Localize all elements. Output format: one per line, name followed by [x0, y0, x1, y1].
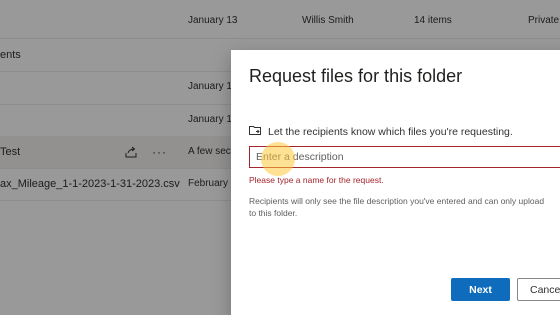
- app-stage: January 13 Willis Smith 14 items Private…: [0, 0, 560, 315]
- instruction-row: Let the recipients know which files you'…: [249, 125, 513, 139]
- next-button[interactable]: Next: [451, 278, 510, 301]
- dialog-title: Request files for this folder: [249, 66, 463, 86]
- error-message: Please type a name for the request.: [249, 175, 384, 185]
- cancel-button[interactable]: Cance: [517, 278, 560, 301]
- help-text-line: Recipients will only see the file descri…: [249, 196, 545, 206]
- request-files-dialog: Request files for this folder Let the re…: [231, 50, 560, 315]
- description-input[interactable]: [249, 146, 560, 168]
- help-text-line: to this folder.: [249, 208, 298, 218]
- folder-request-icon: [249, 125, 261, 139]
- help-text: Recipients will only see the file descri…: [249, 195, 560, 219]
- instruction-text: Let the recipients know which files you'…: [268, 126, 513, 138]
